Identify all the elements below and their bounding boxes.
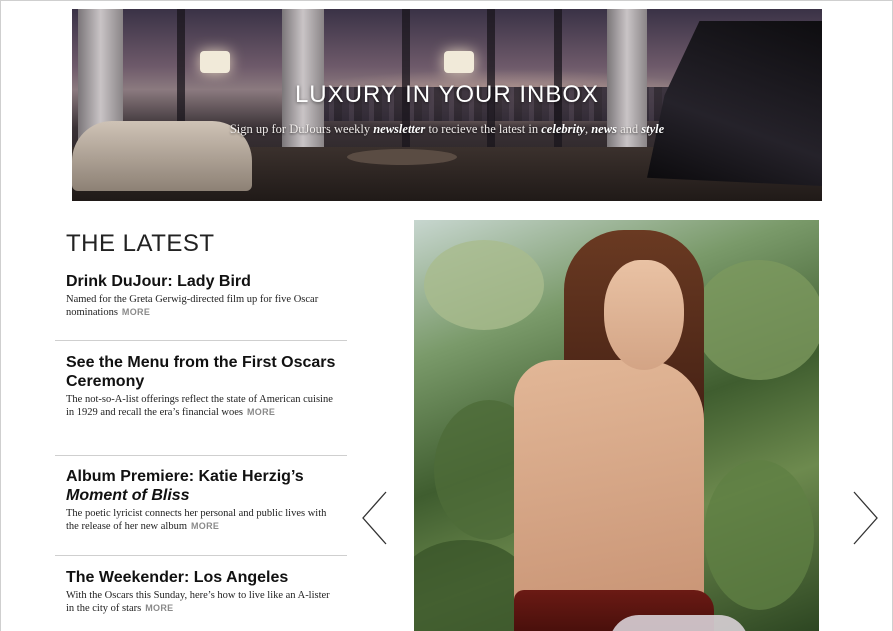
article-description-text: With the Oscars this Sunday, here’s how … <box>66 590 330 614</box>
banner-subtitle: Sign up for DuJours weekly newsletter to… <box>72 122 822 137</box>
article-title[interactable]: Drink DuJour: Lady Bird <box>55 272 347 291</box>
banner-subtitle-news: news <box>591 122 617 136</box>
more-link[interactable]: MORE <box>145 603 173 613</box>
banner-subtitle-celebrity: celebrity <box>541 122 585 136</box>
banner-subtitle-text: Sign up for DuJours weekly <box>229 122 374 136</box>
latest-heading: THE LATEST <box>66 230 215 257</box>
article-description-text: Named for the Greta Gerwig-directed film… <box>66 294 319 318</box>
slide-foliage <box>424 240 544 330</box>
slideshow-prev-button[interactable] <box>360 490 390 546</box>
article-divider <box>55 555 347 556</box>
banner-subtitle-newsletter: newsletter <box>373 122 426 136</box>
article-title[interactable]: The Weekender: Los Angeles <box>55 568 347 587</box>
article-title[interactable]: See the Menu from the First Oscars Cerem… <box>55 353 347 391</box>
article-title[interactable]: Album Premiere: Katie Herzig’s Moment of … <box>55 467 347 505</box>
banner-subtitle-text: to recieve the latest in <box>425 122 542 136</box>
banner-lamp <box>200 51 230 73</box>
article-description: The poetic lyricist connects her persona… <box>55 508 336 533</box>
article-description-text: The not-so-A-list offerings reflect the … <box>66 394 333 418</box>
more-link[interactable]: MORE <box>122 307 150 317</box>
article-divider <box>55 455 347 456</box>
banner-subtitle-style: style <box>641 122 665 136</box>
slide-model-face <box>604 260 684 370</box>
slide-model-back <box>514 360 704 620</box>
slide-foliage <box>694 260 819 380</box>
article-item: Drink DuJour: Lady Bird Named for the Gr… <box>55 272 347 319</box>
banner-subtitle-text: and <box>616 122 642 136</box>
article-title-text: Album Premiere: Katie Herzig’s <box>66 468 304 485</box>
banner-lamp <box>444 51 474 73</box>
article-item: See the Menu from the First Oscars Cerem… <box>55 353 347 419</box>
article-item: The Weekender: Los Angeles With the Osca… <box>55 568 347 615</box>
frame-top-border <box>0 0 893 1</box>
more-link[interactable]: MORE <box>191 521 219 531</box>
article-divider <box>55 340 347 341</box>
more-link[interactable]: MORE <box>247 407 275 417</box>
slideshow-next-button[interactable] <box>850 490 880 546</box>
newsletter-banner[interactable]: LUXURY IN YOUR INBOX Sign up for DuJours… <box>72 9 822 201</box>
chevron-left-icon <box>362 491 387 545</box>
article-description: Named for the Greta Gerwig-directed film… <box>55 294 336 319</box>
article-item: Album Premiere: Katie Herzig’s Moment of … <box>55 467 347 533</box>
slideshow-image[interactable] <box>414 220 819 631</box>
article-title-italic: Moment of Bliss <box>66 487 190 504</box>
slide-model-skirt <box>609 615 749 631</box>
banner-title: LUXURY IN YOUR INBOX <box>294 81 600 108</box>
slide-foliage <box>704 460 814 610</box>
chevron-right-icon <box>853 491 878 545</box>
banner-coffee-table <box>347 149 457 165</box>
article-description: The not-so-A-list offerings reflect the … <box>55 394 336 419</box>
frame-left-border <box>0 0 1 631</box>
article-description: With the Oscars this Sunday, here’s how … <box>55 590 336 615</box>
